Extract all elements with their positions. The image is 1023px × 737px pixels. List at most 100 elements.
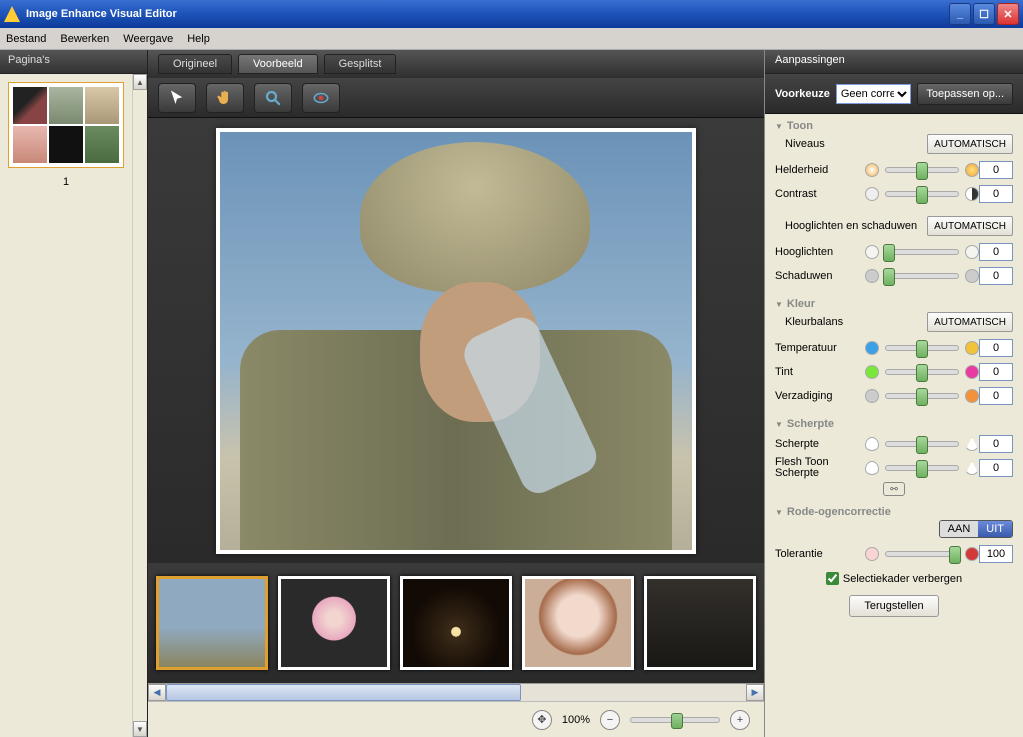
fleshtone-value[interactable]: 0 bbox=[979, 459, 1013, 477]
tint-green-icon bbox=[865, 365, 879, 379]
apply-preset-button[interactable]: Toepassen op... bbox=[917, 83, 1013, 105]
minimize-button[interactable]: _ bbox=[949, 3, 971, 25]
tint-slider[interactable] bbox=[885, 369, 959, 375]
sharp-hard-icon bbox=[965, 437, 979, 451]
menu-help[interactable]: Help bbox=[187, 33, 210, 45]
sharpness-slider[interactable] bbox=[885, 441, 959, 447]
section-sharp[interactable]: Scherpte bbox=[775, 418, 1013, 430]
zoom-slider[interactable] bbox=[630, 717, 720, 723]
contrast-slider[interactable] bbox=[885, 191, 959, 197]
shadows-min-icon bbox=[865, 269, 879, 283]
tolerance-slider[interactable] bbox=[885, 551, 959, 557]
colorbalance-label: Kleurbalans bbox=[775, 316, 843, 328]
sun-dim-icon bbox=[865, 163, 879, 177]
hide-selection-checkbox[interactable] bbox=[826, 572, 839, 585]
tolerance-value[interactable]: 100 bbox=[979, 545, 1013, 563]
tint-value[interactable]: 0 bbox=[979, 363, 1013, 381]
section-redeye[interactable]: Rode-ogencorrectie bbox=[775, 506, 1013, 518]
levels-label: Niveaus bbox=[775, 138, 825, 150]
saturation-value[interactable]: 0 bbox=[979, 387, 1013, 405]
thumbnail-2[interactable] bbox=[278, 576, 390, 670]
main-image bbox=[216, 128, 696, 554]
tolerance-label: Tolerantie bbox=[775, 548, 865, 560]
thumbnail-5[interactable] bbox=[644, 576, 756, 670]
brightness-slider[interactable] bbox=[885, 167, 959, 173]
adjustments-header: Aanpassingen bbox=[765, 50, 1023, 74]
shadows-slider[interactable] bbox=[885, 273, 959, 279]
scroll-down-icon[interactable]: ▼ bbox=[133, 721, 147, 737]
reset-button[interactable]: Terugstellen bbox=[849, 595, 938, 617]
temperature-slider[interactable] bbox=[885, 345, 959, 351]
horizontal-scrollbar[interactable]: ◀ ▶ bbox=[148, 683, 764, 701]
auto-hilo-button[interactable]: AUTOMATISCH bbox=[927, 216, 1013, 236]
contrast-low-icon bbox=[865, 187, 879, 201]
app-icon bbox=[4, 6, 20, 22]
fleshtone-slider[interactable] bbox=[885, 465, 959, 471]
hand-tool[interactable] bbox=[206, 83, 244, 113]
scroll-right-icon[interactable]: ▶ bbox=[746, 684, 764, 701]
fit-screen-icon[interactable]: ✥ bbox=[532, 710, 552, 730]
preset-label: Voorkeuze bbox=[775, 88, 830, 100]
page-thumbnails: 1 bbox=[0, 74, 132, 737]
flesh-soft-icon bbox=[865, 461, 879, 475]
menubar: Bestand Bewerken Weergave Help bbox=[0, 28, 1023, 50]
toggle-on[interactable]: AAN bbox=[940, 521, 979, 537]
sun-bright-icon bbox=[965, 163, 979, 177]
auto-color-button[interactable]: AUTOMATISCH bbox=[927, 312, 1013, 332]
toggle-off[interactable]: UIT bbox=[978, 521, 1012, 537]
auto-levels-button[interactable]: AUTOMATISCH bbox=[927, 134, 1013, 154]
contrast-label: Contrast bbox=[775, 188, 865, 200]
menu-view[interactable]: Weergave bbox=[123, 33, 173, 45]
redeye-toggle[interactable]: AAN UIT bbox=[939, 520, 1013, 538]
fleshtone-label: Flesh Toon Scherpte bbox=[775, 457, 865, 479]
menu-file[interactable]: Bestand bbox=[6, 33, 46, 45]
shadows-value[interactable]: 0 bbox=[979, 267, 1013, 285]
zoom-percent: 100% bbox=[562, 714, 590, 726]
tol-high-icon bbox=[965, 547, 979, 561]
highlights-value[interactable]: 0 bbox=[979, 243, 1013, 261]
tol-low-icon bbox=[865, 547, 879, 561]
scroll-left-icon[interactable]: ◀ bbox=[148, 684, 166, 701]
saturation-slider[interactable] bbox=[885, 393, 959, 399]
highlights-max-icon bbox=[965, 245, 979, 259]
sharpness-value[interactable]: 0 bbox=[979, 435, 1013, 453]
window-titlebar: Image Enhance Visual Editor _ ☐ ✕ bbox=[0, 0, 1023, 28]
zoom-in-button[interactable]: + bbox=[730, 710, 750, 730]
highlights-label: Hooglichten bbox=[775, 246, 865, 258]
highlights-slider[interactable] bbox=[885, 249, 959, 255]
image-viewport[interactable] bbox=[148, 118, 764, 563]
scroll-up-icon[interactable]: ▲ bbox=[133, 74, 147, 90]
temperature-label: Temperatuur bbox=[775, 342, 865, 354]
sharp-soft-icon bbox=[865, 437, 879, 451]
view-tabs: Origineel Voorbeeld Gesplitst bbox=[148, 50, 764, 78]
zoom-out-button[interactable]: − bbox=[600, 710, 620, 730]
temp-warm-icon bbox=[965, 341, 979, 355]
menu-edit[interactable]: Bewerken bbox=[60, 33, 109, 45]
contrast-value[interactable]: 0 bbox=[979, 185, 1013, 203]
temperature-value[interactable]: 0 bbox=[979, 339, 1013, 357]
tab-split[interactable]: Gesplitst bbox=[324, 54, 397, 74]
page-thumbnail-1[interactable] bbox=[8, 82, 124, 168]
pointer-tool[interactable] bbox=[158, 83, 196, 113]
tab-original[interactable]: Origineel bbox=[158, 54, 232, 74]
zoom-bar: ✥ 100% − + bbox=[148, 701, 764, 737]
preset-select[interactable]: Geen correctie bbox=[836, 84, 912, 104]
tab-preview[interactable]: Voorbeeld bbox=[238, 54, 318, 74]
scroll-thumb[interactable] bbox=[166, 684, 521, 701]
tint-label: Tint bbox=[775, 366, 865, 378]
zoom-tool[interactable] bbox=[254, 83, 292, 113]
brightness-value[interactable]: 0 bbox=[979, 161, 1013, 179]
close-button[interactable]: ✕ bbox=[997, 3, 1019, 25]
left-panel: Pagina's 1 ▲ ▼ bbox=[0, 50, 148, 737]
pages-header: Pagina's bbox=[0, 50, 147, 74]
link-sharpness-icon[interactable]: ⚯ bbox=[883, 482, 905, 496]
pages-scrollbar[interactable]: ▲ ▼ bbox=[132, 74, 147, 737]
section-tone[interactable]: Toon bbox=[775, 120, 1013, 132]
section-color[interactable]: Kleur bbox=[775, 298, 1013, 310]
thumbnail-4[interactable] bbox=[522, 576, 634, 670]
maximize-button[interactable]: ☐ bbox=[973, 3, 995, 25]
tint-magenta-icon bbox=[965, 365, 979, 379]
thumbnail-1[interactable] bbox=[156, 576, 268, 670]
redeye-tool[interactable] bbox=[302, 83, 340, 113]
thumbnail-3[interactable] bbox=[400, 576, 512, 670]
